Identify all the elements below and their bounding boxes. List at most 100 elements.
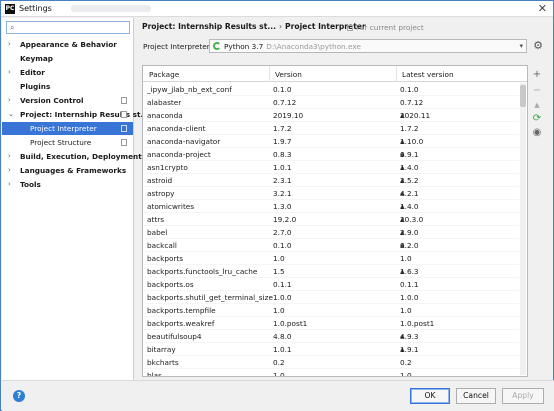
table-row[interactable]: backports.weakref 1.0.post1 1.0.post1 [143, 317, 519, 330]
package-name: bitarray [147, 345, 176, 354]
sidebar-item-build-execution-deployment[interactable]: › Build, Execution, Deployment [2, 150, 142, 163]
table-row[interactable]: attrs 19.2.0 ▲ 20.3.0 [143, 213, 519, 226]
latest-version-text: 0.2.0 [400, 241, 419, 250]
interpreter-select[interactable]: Python 3.7 D:\Anaconda3\python.exe ▾ [209, 39, 527, 53]
for-current-project-note: For current project [347, 23, 424, 32]
help-icon[interactable]: ? [13, 390, 25, 402]
latest-version-text: 1.6.3 [400, 267, 419, 276]
table-row[interactable]: backports.os 0.1.1 0.1.1 [143, 278, 519, 291]
title-bar: PC Settings ✕ [1, 1, 553, 17]
column-header-package[interactable]: Package [149, 70, 179, 79]
sidebar-item-label: Tools [20, 180, 41, 189]
package-version: 1.0 [273, 306, 285, 315]
sidebar-item-label: Languages & Frameworks [20, 166, 127, 175]
scrollbar-thumb[interactable] [520, 85, 526, 107]
table-row[interactable]: babel 2.7.0 ▲ 2.9.0 [143, 226, 519, 239]
breadcrumb-project: Project: Internship Results st... [142, 22, 276, 31]
table-row[interactable]: anaconda 2019.10 ▲ 2020.11 [143, 109, 519, 122]
gear-icon[interactable]: ⚙ [531, 39, 545, 53]
sidebar-item-project-structure[interactable]: Project Structure [2, 136, 133, 149]
settings-search-field[interactable]: ⌕ [6, 21, 130, 34]
package-name: anaconda-client [147, 124, 206, 133]
eye-icon[interactable]: ◉ [531, 127, 543, 139]
sidebar-item-keymap[interactable]: Keymap [2, 52, 133, 65]
latest-version-text: 2.5.2 [400, 176, 419, 185]
column-header-version[interactable]: Version [275, 70, 302, 79]
refresh-icon[interactable]: ⟳ [531, 113, 543, 125]
table-row[interactable]: backports.shutil_get_terminal_size 1.0.0 1… [143, 291, 519, 304]
table-row[interactable]: backcall 0.1.0 ▲ 0.2.0 [143, 239, 519, 252]
package-version: 2019.10 [273, 111, 304, 120]
table-row[interactable]: backports 1.0 1.0 [143, 252, 519, 265]
table-row[interactable]: astropy 3.2.1 ▲ 4.2.1 [143, 187, 519, 200]
settings-search-input[interactable] [21, 23, 127, 33]
apply-button[interactable]: Apply [502, 388, 544, 404]
table-row[interactable]: _ipyw_jlab_nb_ext_conf 0.1.0 0.1.0 [143, 83, 519, 96]
table-scrollbar[interactable] [520, 83, 526, 375]
close-icon[interactable]: ✕ [538, 2, 547, 15]
table-row[interactable]: blas 1.0 1.0 [143, 369, 519, 377]
for-current-project-label: For current project [356, 23, 424, 32]
settings-window: PC Settings ✕ ⌕ › Appearance & Behavior … [0, 0, 554, 411]
add-package-icon[interactable]: + [531, 69, 543, 81]
package-version: 0.1.0 [273, 241, 292, 250]
latest-version-text: 1.0 [400, 371, 412, 377]
package-version: 1.0.post1 [273, 319, 308, 328]
cancel-button[interactable]: Cancel [456, 388, 496, 404]
table-row[interactable]: bitarray 1.0.1 ▲ 1.9.1 [143, 343, 519, 356]
interpreter-name: Python 3.7 [224, 42, 264, 51]
package-name: backcall [147, 241, 177, 250]
package-version: 0.1.1 [273, 280, 292, 289]
chevron-down-icon: ⌄ [8, 110, 14, 118]
table-row[interactable]: anaconda-navigator 1.9.7 ▲ 1.10.0 [143, 135, 519, 148]
copy-icon [121, 97, 127, 104]
sidebar-item-project[interactable]: ⌄ Project: Internship Results st... [2, 108, 149, 121]
sidebar-item-appearance-behavior[interactable]: › Appearance & Behavior [2, 38, 133, 51]
table-row[interactable]: alabaster 0.7.12 0.7.12 [143, 96, 519, 109]
chevron-right-icon: › [8, 68, 11, 76]
latest-version-text: 2.9.0 [400, 228, 419, 237]
table-row[interactable]: backports.tempfile 1.0 1.0 [143, 304, 519, 317]
ok-button[interactable]: OK [410, 388, 450, 404]
latest-version-text: 0.9.1 [400, 150, 419, 159]
python-interpreter-icon [213, 42, 221, 50]
latest-version-text: 1.0.0 [400, 293, 419, 302]
dialog-footer: ? OK Cancel Apply [2, 380, 554, 411]
upgrade-package-icon[interactable]: ▲ [531, 99, 543, 111]
remove-package-icon[interactable]: − [531, 85, 543, 97]
sidebar-item-label: Project: Internship Results st... [20, 110, 149, 119]
table-row[interactable]: anaconda-project 0.8.3 ▲ 0.9.1 [143, 148, 519, 161]
sidebar-item-version-control[interactable]: › Version Control [2, 94, 133, 107]
table-row[interactable]: astroid 2.3.1 ▲ 2.5.2 [143, 174, 519, 187]
table-row[interactable]: beautifulsoup4 4.8.0 ▲ 4.9.3 [143, 330, 519, 343]
package-name: backports.functools_lru_cache [147, 267, 258, 276]
package-name: backports.shutil_get_terminal_size [147, 293, 273, 302]
package-name: babel [147, 228, 168, 237]
package-version: 0.1.0 [273, 85, 292, 94]
sidebar-item-project-interpreter[interactable]: Project Interpreter [2, 122, 133, 135]
sidebar-item-tools[interactable]: › Tools [2, 178, 133, 191]
package-name: backports.os [147, 280, 194, 289]
table-row[interactable]: bkcharts 0.2 0.2 [143, 356, 519, 369]
interpreter-path: D:\Anaconda3\python.exe [266, 42, 361, 51]
table-row[interactable]: asn1crypto 1.0.1 ▲ 1.4.0 [143, 161, 519, 174]
package-version: 1.0 [273, 254, 285, 263]
package-name: attrs [147, 215, 164, 224]
package-version: 1.0.1 [273, 345, 292, 354]
table-row[interactable]: atomicwrites 1.3.0 ▲ 1.4.0 [143, 200, 519, 213]
sidebar-item-label: Project Structure [30, 138, 92, 147]
sidebar-item-editor[interactable]: › Editor [2, 66, 133, 79]
table-row[interactable]: backports.functools_lru_cache 1.5 ▲ 1.6.3 [143, 265, 519, 278]
sidebar-item-plugins[interactable]: Plugins [2, 80, 133, 93]
package-version: 19.2.0 [273, 215, 297, 224]
table-row[interactable]: anaconda-client 1.7.2 1.7.2 [143, 122, 519, 135]
copy-icon [121, 125, 127, 132]
sidebar-item-languages-frameworks[interactable]: › Languages & Frameworks [2, 164, 133, 177]
sidebar-item-label: Version Control [20, 96, 84, 105]
package-name: anaconda-navigator [147, 137, 221, 146]
latest-version-text: 1.10.0 [400, 137, 424, 146]
sidebar-item-label: Plugins [20, 82, 51, 91]
table-rows: _ipyw_jlab_nb_ext_conf 0.1.0 0.1.0 alabaste… [143, 83, 519, 377]
package-version: 4.8.0 [273, 332, 292, 341]
column-header-latest-version[interactable]: Latest version [402, 70, 454, 79]
